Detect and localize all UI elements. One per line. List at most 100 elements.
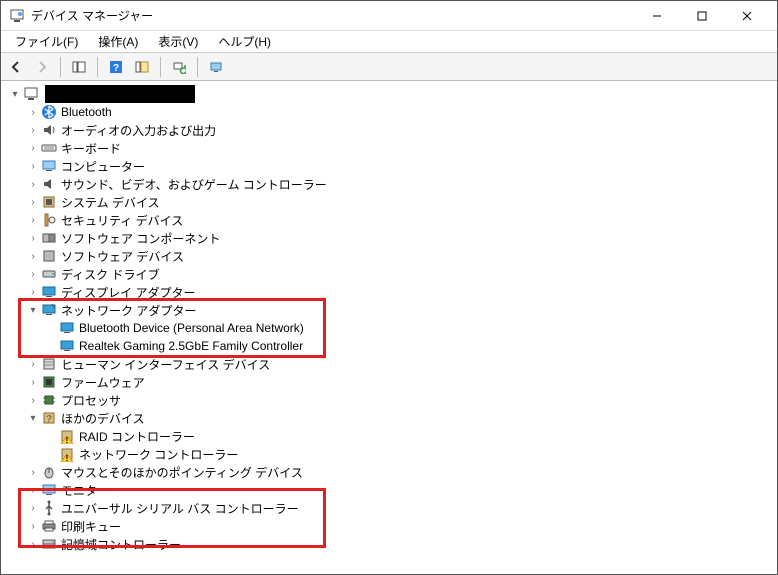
expand-toggle[interactable]: › (27, 395, 39, 406)
tree-node-sound-game[interactable]: › サウンド、ビデオ、およびゲーム コントローラー (9, 175, 769, 193)
tree-label: サウンド、ビデオ、およびゲーム コントローラー (61, 176, 327, 193)
expand-toggle[interactable]: › (27, 125, 39, 136)
title-bar: デバイス マネージャー (1, 1, 777, 31)
tree-node-software-components[interactable]: › ソフトウェア コンポーネント (9, 229, 769, 247)
expand-toggle[interactable]: › (27, 197, 39, 208)
tree-node-software-devices[interactable]: › ソフトウェア デバイス (9, 247, 769, 265)
keyboard-icon (41, 140, 57, 156)
tree-node-disk-drives[interactable]: › ディスク ドライブ (9, 265, 769, 283)
tree-label: ディスク ドライブ (61, 266, 160, 283)
network-adapter-icon (41, 302, 57, 318)
expand-toggle[interactable]: › (27, 359, 39, 370)
menu-bar: ファイル(F) 操作(A) 表示(V) ヘルプ(H) (1, 31, 777, 53)
system-icon (41, 194, 57, 210)
computer-icon (41, 158, 57, 174)
expand-toggle[interactable]: ▾ (27, 305, 39, 316)
hid-icon (41, 356, 57, 372)
tree-node-keyboard[interactable]: › キーボード (9, 139, 769, 157)
tree-node-firmware[interactable]: › ファームウェア (9, 373, 769, 391)
processor-icon (41, 392, 57, 408)
expand-toggle[interactable]: ▾ (27, 413, 39, 424)
expand-toggle[interactable]: › (27, 539, 39, 550)
tree-node-hid[interactable]: › ヒューマン インターフェイス デバイス (9, 355, 769, 373)
bluetooth-icon (41, 104, 57, 120)
minimize-button[interactable] (634, 2, 679, 30)
svg-text:!: ! (66, 454, 69, 462)
expand-toggle[interactable]: › (27, 107, 39, 118)
tree-node-security-devices[interactable]: › セキュリティ デバイス (9, 211, 769, 229)
menu-file[interactable]: ファイル(F) (5, 31, 88, 52)
toolbar-separator (60, 57, 61, 77)
forward-button[interactable] (31, 56, 53, 78)
tree-label: Bluetooth Device (Personal Area Network) (79, 321, 304, 335)
expand-toggle[interactable]: › (27, 503, 39, 514)
close-button[interactable] (724, 2, 769, 30)
expand-toggle[interactable]: › (27, 179, 39, 190)
expand-toggle[interactable]: › (27, 161, 39, 172)
display-adapter-icon (41, 284, 57, 300)
tree-label: ネットワーク コントローラー (79, 446, 238, 463)
tree-node-network-controller[interactable]: ! ネットワーク コントローラー (9, 445, 769, 463)
audio-icon (41, 122, 57, 138)
add-legacy-hardware-button[interactable] (205, 56, 227, 78)
mouse-icon (41, 464, 57, 480)
scan-hardware-button[interactable] (168, 56, 190, 78)
tree-node-other-devices[interactable]: ▾ ? ほかのデバイス (9, 409, 769, 427)
unknown-device-warning-icon: ! (59, 446, 75, 462)
expand-toggle[interactable]: › (27, 377, 39, 388)
tree-node-print-queue[interactable]: › 印刷キュー (9, 517, 769, 535)
tree-node-audio-io[interactable]: › オーディオの入力および出力 (9, 121, 769, 139)
tree-node-monitors[interactable]: › モニター (9, 481, 769, 499)
menu-view[interactable]: 表示(V) (148, 31, 208, 52)
tree-node-usb-controllers[interactable]: › ユニバーサル シリアル バス コントローラー (9, 499, 769, 517)
menu-help[interactable]: ヘルプ(H) (208, 31, 281, 52)
tree-label: マウスとそのほかのポインティング デバイス (61, 464, 303, 481)
tree-label: ファームウェア (61, 374, 145, 391)
toolbar-separator (97, 57, 98, 77)
tree-node-storage-controllers[interactable]: › 記憶域コントローラー (9, 535, 769, 553)
expand-toggle[interactable]: › (27, 467, 39, 478)
properties-button[interactable] (131, 56, 153, 78)
show-hide-console-tree-button[interactable] (68, 56, 90, 78)
expand-toggle[interactable]: › (27, 269, 39, 280)
expand-toggle[interactable]: ▾ (9, 89, 21, 100)
tree-root-node[interactable]: ▾ (9, 85, 769, 103)
computer-name-redacted (45, 85, 195, 103)
back-button[interactable] (5, 56, 27, 78)
toolbar-separator (197, 57, 198, 77)
help-button[interactable]: ? (105, 56, 127, 78)
maximize-button[interactable] (679, 2, 724, 30)
app-icon (9, 8, 25, 24)
tree-label: プロセッサ (61, 392, 121, 409)
storage-controller-icon (41, 536, 57, 552)
tree-node-system-devices[interactable]: › システム デバイス (9, 193, 769, 211)
tree-node-realtek[interactable]: Realtek Gaming 2.5GbE Family Controller (9, 337, 769, 355)
expand-toggle[interactable]: › (27, 521, 39, 532)
tree-node-bluetooth[interactable]: › Bluetooth (9, 103, 769, 121)
expand-toggle[interactable]: › (27, 143, 39, 154)
software-component-icon (41, 230, 57, 246)
tree-label: ユニバーサル シリアル バス コントローラー (61, 500, 299, 517)
expand-toggle[interactable]: › (27, 233, 39, 244)
expand-toggle[interactable]: › (27, 215, 39, 226)
tree-node-bt-pan[interactable]: Bluetooth Device (Personal Area Network) (9, 319, 769, 337)
tree-label: Realtek Gaming 2.5GbE Family Controller (79, 339, 303, 353)
tree-node-computer[interactable]: › コンピューター (9, 157, 769, 175)
expand-toggle[interactable]: › (27, 251, 39, 262)
menu-action[interactable]: 操作(A) (88, 31, 148, 52)
tree-node-raid-controller[interactable]: ! RAID コントローラー (9, 427, 769, 445)
tree-node-display-adapters[interactable]: › ディスプレイ アダプター (9, 283, 769, 301)
expand-toggle[interactable]: › (27, 485, 39, 496)
tree-node-mouse[interactable]: › マウスとそのほかのポインティング デバイス (9, 463, 769, 481)
tree-node-processor[interactable]: › プロセッサ (9, 391, 769, 409)
tree-label: システム デバイス (61, 194, 160, 211)
tree-label: RAID コントローラー (79, 428, 195, 445)
device-tree[interactable]: ▾ › Bluetooth › オーディオの入力および出力 › キーボード › … (1, 81, 777, 574)
tree-label: 印刷キュー (61, 518, 121, 535)
tree-label: キーボード (61, 140, 121, 157)
tree-node-network-adapters[interactable]: ▾ ネットワーク アダプター (9, 301, 769, 319)
window-controls (634, 2, 769, 30)
toolbar: ? (1, 53, 777, 81)
expand-toggle[interactable]: › (27, 287, 39, 298)
tree-label: ほかのデバイス (61, 410, 145, 427)
